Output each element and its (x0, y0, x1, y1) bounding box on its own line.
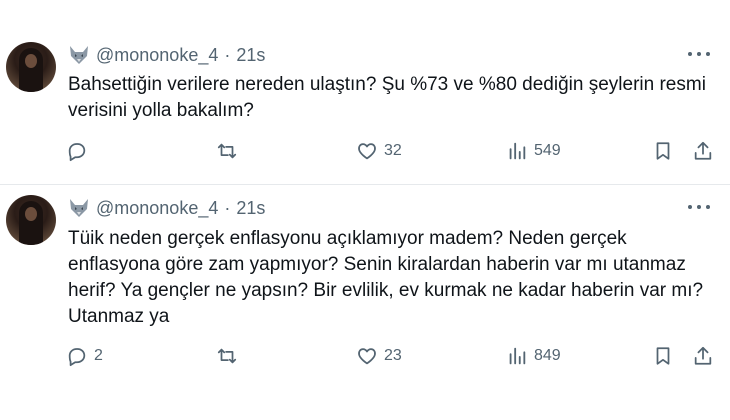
reply-icon (68, 143, 86, 162)
tweet[interactable]: @mononoke_4 · 21s Bahsettiğin verilere n… (0, 0, 730, 185)
bookmark-icon (656, 142, 670, 160)
heart-icon (358, 348, 376, 365)
retweet-button[interactable] (216, 344, 244, 368)
views-icon (509, 347, 526, 365)
views-icon (509, 142, 526, 160)
tweet-text-line: herif? Ya gençler ne yapsın? Bir evlilik… (68, 280, 704, 301)
avatar[interactable] (6, 42, 56, 92)
wolf-icon (70, 199, 88, 217)
tweet-text: Bahsettiğin verilere nereden ulaştın? Şu… (68, 72, 713, 124)
like-button[interactable]: 32 (356, 139, 402, 163)
tweet-text-line: Bahsettiğin verilere nereden ulaştın? Şu… (68, 74, 706, 95)
user-handle[interactable]: @mononoke_4 (96, 45, 218, 66)
heart-icon (358, 143, 376, 160)
tweet-actions: 32 549 (66, 139, 716, 163)
share-button[interactable] (692, 344, 714, 368)
user-handle[interactable]: @mononoke_4 (96, 198, 218, 219)
views-button[interactable]: 549 (506, 139, 561, 163)
separator: · (224, 44, 231, 65)
retweet-icon (217, 348, 237, 364)
view-count: 549 (534, 142, 561, 159)
timestamp[interactable]: 21s (236, 45, 265, 66)
retweet-button[interactable] (216, 139, 244, 163)
tweet-text-line: verisini yolla bakalım? (68, 100, 254, 121)
separator: · (224, 197, 231, 218)
views-button[interactable]: 849 (506, 344, 561, 368)
tweet-header: @mononoke_4 · 21s (68, 43, 265, 67)
more-icon[interactable] (688, 46, 710, 62)
view-count: 849 (534, 347, 561, 364)
timestamp[interactable]: 21s (236, 198, 265, 219)
reply-button[interactable]: 2 (66, 344, 103, 368)
like-count: 23 (384, 347, 402, 364)
tweet-header: @mononoke_4 · 21s (68, 196, 265, 220)
bookmark-button[interactable] (652, 139, 674, 163)
reply-icon (68, 348, 86, 367)
reply-count: 2 (94, 347, 103, 364)
share-icon (694, 141, 712, 160)
tweet-text-line: Utanmaz ya (68, 306, 170, 327)
like-count: 32 (384, 142, 402, 159)
wolf-icon (70, 46, 88, 64)
tweet-actions: 2 23 849 (66, 344, 716, 368)
tweet-text-line: enflasyona göre zam yapmıyor? Senin kira… (68, 254, 686, 275)
share-icon (694, 346, 712, 365)
tweet-text-line: Tüik neden gerçek enflasyonu açıklamıyor… (68, 228, 627, 249)
tweet[interactable]: @mononoke_4 · 21s Tüik neden gerçek enfl… (0, 185, 730, 420)
share-button[interactable] (692, 139, 714, 163)
like-button[interactable]: 23 (356, 344, 402, 368)
tweet-text: Tüik neden gerçek enflasyonu açıklamıyor… (68, 226, 713, 330)
reply-button[interactable] (66, 139, 94, 163)
retweet-icon (217, 143, 237, 159)
avatar[interactable] (6, 195, 56, 245)
bookmark-icon (656, 347, 670, 365)
bookmark-button[interactable] (652, 344, 674, 368)
more-icon[interactable] (688, 199, 710, 215)
